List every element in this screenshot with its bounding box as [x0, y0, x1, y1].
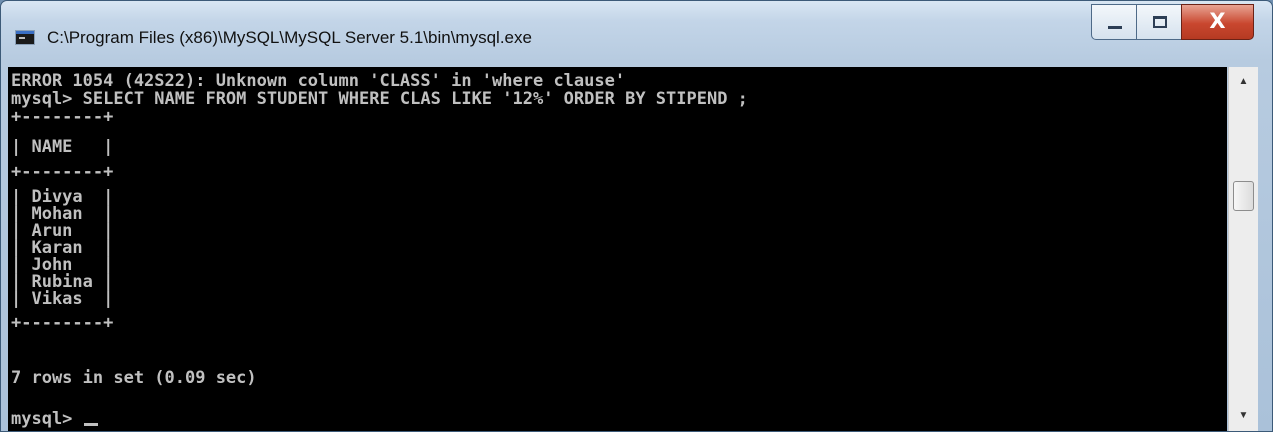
console-line: mysql> SELECT NAME FROM STUDENT WHERE CL… [11, 89, 748, 109]
maximize-button[interactable] [1136, 4, 1182, 40]
result-summary: 7 rows in set (0.09 sec) [11, 368, 257, 388]
scroll-down-arrow-icon[interactable]: ▼ [1229, 401, 1258, 431]
close-button[interactable]: X [1181, 4, 1254, 40]
console-window: C:\Program Files (x86)\MySQL\MySQL Serve… [0, 0, 1273, 432]
close-icon: X [1209, 9, 1226, 33]
console-line: ERROR 1054 (42S22): Unknown column 'CLAS… [11, 71, 626, 91]
console-app-icon[interactable] [15, 30, 35, 45]
table-border: +--------+ [11, 313, 114, 333]
scroll-up-arrow-icon[interactable]: ▲ [1229, 67, 1258, 97]
maximize-icon [1153, 16, 1167, 28]
scroll-thumb[interactable] [1233, 181, 1254, 211]
prompt-text: mysql> [11, 409, 83, 429]
console-output[interactable]: ERROR 1054 (42S22): Unknown column 'CLAS… [8, 67, 1227, 431]
text-cursor [83, 423, 98, 426]
window-title: C:\Program Files (x86)\MySQL\MySQL Serve… [47, 28, 532, 47]
table-border: +--------+ [11, 162, 114, 182]
command-prompt[interactable]: mysql> [11, 410, 98, 428]
table-border: +--------+ [11, 107, 114, 127]
table-header: | NAME | [11, 137, 114, 157]
minimize-icon [1108, 26, 1122, 29]
table-row: | Vikas | [11, 289, 114, 309]
title-bar[interactable]: C:\Program Files (x86)\MySQL\MySQL Serve… [1, 1, 1272, 67]
vertical-scrollbar[interactable]: ▲ ▼ [1228, 67, 1258, 431]
minimize-button[interactable] [1091, 4, 1137, 40]
